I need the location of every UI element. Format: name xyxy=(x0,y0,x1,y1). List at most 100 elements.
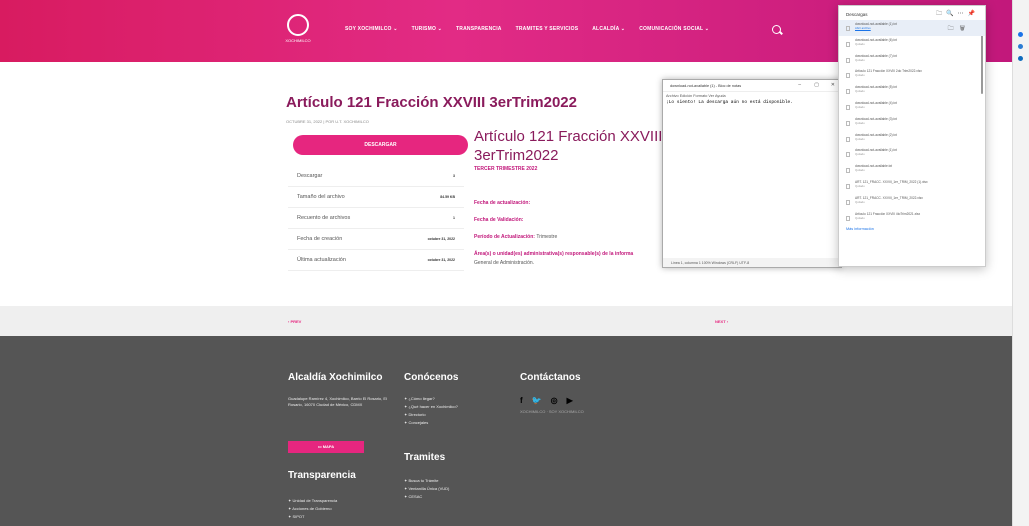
download-status: Quitado xyxy=(855,57,865,62)
sidebar-app-icon[interactable] xyxy=(1018,44,1023,49)
download-item[interactable]: download-not-available (1).txt Quitado xyxy=(839,146,985,162)
file-icon xyxy=(846,199,850,205)
footer-link[interactable]: SIPOT xyxy=(288,514,337,522)
notepad-window: download-not-available (1) - Bloc de not… xyxy=(662,79,842,268)
download-item[interactable]: Artículo 121 Fracción XXVIII 2do Trim202… xyxy=(839,67,985,83)
download-item[interactable]: ART. 121_FRACC. XXVIII_1er_TRIM_2022 (1)… xyxy=(839,178,985,194)
notepad-text-area[interactable]: ¡Lo siento! La descarga aún no está disp… xyxy=(663,100,841,105)
close-icon[interactable]: ✕ xyxy=(831,82,835,88)
transparency-list: Unidad de Transparencia Acciones de Gobi… xyxy=(288,498,337,522)
downloads-header-icons[interactable]: 🗀🔍⋯📌 xyxy=(936,9,979,19)
article-subtitle: TERCER TRIMESTRE 2022 xyxy=(474,166,538,172)
row-label: Recuento de archivos xyxy=(297,215,351,221)
conocenos-list: ¿Cómo llegar? ¿Qué hacer en Xochimilco? … xyxy=(404,396,458,428)
download-status: Quitado xyxy=(855,215,865,220)
footer-address: Guadalupe Ramírez 4, Xochimilco, Barrio … xyxy=(288,396,387,407)
nav-item-alcaldia[interactable]: ALCALDÍA ⌄ xyxy=(592,26,625,32)
field-area-value: General de Administración. xyxy=(474,260,534,266)
downloads-panel: Descargas 🗀🔍⋯📌 download-not-available (1… xyxy=(838,5,986,267)
social-caption[interactable]: XOCHIMILCO · SOY XOCHIMILCO xyxy=(520,409,584,414)
search-icon[interactable] xyxy=(772,25,781,34)
sidebar-app-icon[interactable] xyxy=(1018,56,1023,61)
footer-title-alcaldia: Alcaldía Xochimilco xyxy=(288,372,383,383)
footer-title-conocenos: Conócenos xyxy=(404,372,459,383)
file-icon xyxy=(846,152,850,158)
footer-link[interactable]: Concejales xyxy=(404,420,458,428)
download-status: Quitado xyxy=(855,120,865,125)
row-value: 1 xyxy=(453,216,455,220)
download-status: Quitado xyxy=(855,168,865,173)
download-item[interactable]: download-not-available (2).txt Quitado xyxy=(839,131,985,147)
page-title: Artículo 121 Fracción XXVIII 3erTrim2022 xyxy=(286,94,577,111)
nav-item-transparencia[interactable]: TRANSPARENCIA xyxy=(456,26,502,32)
footer-link[interactable]: Ventanilla Única (VUD) xyxy=(404,486,449,494)
nav-item-tramites[interactable]: TRAMITES Y SERVICIOS xyxy=(516,26,579,32)
footer-link[interactable]: Busca tu Trámite xyxy=(404,478,449,486)
footer-link[interactable]: Unidad de Transparencia xyxy=(288,498,337,506)
footer-link[interactable]: Directorio xyxy=(404,412,458,420)
nav-item-turismo[interactable]: TURISMO ⌄ xyxy=(412,26,442,32)
download-item[interactable]: ART. 121_FRACC. XXVIII_1er_TRIM_2022.xls… xyxy=(839,194,985,210)
prev-link[interactable]: ‹ PREV xyxy=(288,319,301,324)
youtube-icon[interactable]: ▶ xyxy=(567,396,573,405)
footer-title-transparencia: Transparencia xyxy=(288,470,356,481)
download-button[interactable]: DESCARGAR xyxy=(293,135,468,155)
table-row: Recuento de archivos 1 xyxy=(288,208,464,229)
download-status: Quitado xyxy=(855,183,865,188)
table-row: Fecha de creación octubre 31, 2022 xyxy=(288,229,464,250)
next-link[interactable]: NEXT › xyxy=(715,319,728,324)
minimize-icon[interactable]: – xyxy=(798,82,801,88)
download-item[interactable]: download-not-available (5).txt Quitado xyxy=(839,83,985,99)
instagram-icon[interactable]: ◎ xyxy=(551,396,558,405)
download-item[interactable]: download-not-available (7).txt Quitado xyxy=(839,52,985,68)
footer-link[interactable]: Acciones de Gobierno xyxy=(288,506,337,514)
article-title: Artículo 121 Fracción XXVIII 3erTrim2022 xyxy=(474,128,663,164)
field-period: Período de Actualización: Trimestre xyxy=(474,234,557,240)
maximize-icon[interactable]: ▢ xyxy=(814,82,819,88)
twitter-icon[interactable]: 🐦 xyxy=(532,396,542,405)
browser-side-strip xyxy=(1012,0,1029,526)
download-item[interactable]: Artículo 121 Fracción XXVIII 4toTrim2021… xyxy=(839,210,985,226)
download-status: Quitado xyxy=(855,104,865,109)
row-value: octubre 31, 2022 xyxy=(427,258,455,262)
file-icon xyxy=(846,120,850,126)
footer-link[interactable]: ¿Cómo llegar? xyxy=(404,396,458,404)
row-label: Descargar xyxy=(297,173,323,179)
field-area-label: Área(s) o unidad(es) administrativa(s) r… xyxy=(474,251,634,257)
file-icon xyxy=(846,215,850,221)
row-value: 84.59 KB xyxy=(440,195,455,199)
footer-title-tramites: Tramites xyxy=(404,452,446,463)
file-icon xyxy=(846,183,850,189)
download-status: Quitado xyxy=(855,152,865,157)
download-status: Quitado xyxy=(855,73,865,78)
site-logo[interactable]: XOCHIMILCO xyxy=(283,14,313,48)
social-links: f 🐦 ◎ ▶ xyxy=(520,396,573,405)
table-row: Última actualización octubre 31, 2022 xyxy=(288,250,464,271)
download-item-actions-icon[interactable]: 🗀🗑 xyxy=(948,24,971,34)
map-button[interactable]: ▭ MAPA xyxy=(288,441,364,453)
tramites-list: Busca tu Trámite Ventanilla Única (VUD) … xyxy=(404,478,449,502)
download-item[interactable]: download-not-available (3).txt Quitado xyxy=(839,115,985,131)
nav-item-soy-xochimilco[interactable]: SOY XOCHIMILCO ⌄ xyxy=(345,26,398,32)
footer-link[interactable]: CESAC xyxy=(404,494,449,502)
downloads-title: Descargas xyxy=(846,12,868,17)
nav-item-comunicacion[interactable]: COMUNICACIÓN SOCIAL ⌄ xyxy=(639,26,709,32)
download-item[interactable]: download-not-available (6).txt Quitado xyxy=(839,36,985,52)
download-item[interactable]: download-not-available (4).txt Quitado xyxy=(839,99,985,115)
file-icon xyxy=(846,41,850,47)
field-area-text: General de Administración. xyxy=(474,260,535,266)
file-icon xyxy=(846,89,850,95)
logo-mark-icon xyxy=(287,14,309,36)
file-icon xyxy=(846,104,850,110)
site-footer: Alcaldía Xochimilco Guadalupe Ramírez 4,… xyxy=(0,336,1012,526)
file-icon xyxy=(846,73,850,79)
more-info-link[interactable]: Más información xyxy=(839,225,985,231)
download-item[interactable]: download-not-available (1).txt Abrir arch… xyxy=(839,20,985,36)
notepad-menubar[interactable]: Archivo Edición Formato Ver Ayuda xyxy=(663,92,841,100)
facebook-icon[interactable]: f xyxy=(520,396,523,405)
sidebar-app-icon[interactable] xyxy=(1018,32,1023,37)
download-status: Quitado xyxy=(855,136,865,141)
footer-link[interactable]: ¿Qué hacer en Xochimilco? xyxy=(404,404,457,412)
notepad-statusbar: Línea 1, columna 1 100% Windows (CRLF) U… xyxy=(663,258,841,267)
download-item[interactable]: download-not-available.txt Quitado xyxy=(839,162,985,178)
